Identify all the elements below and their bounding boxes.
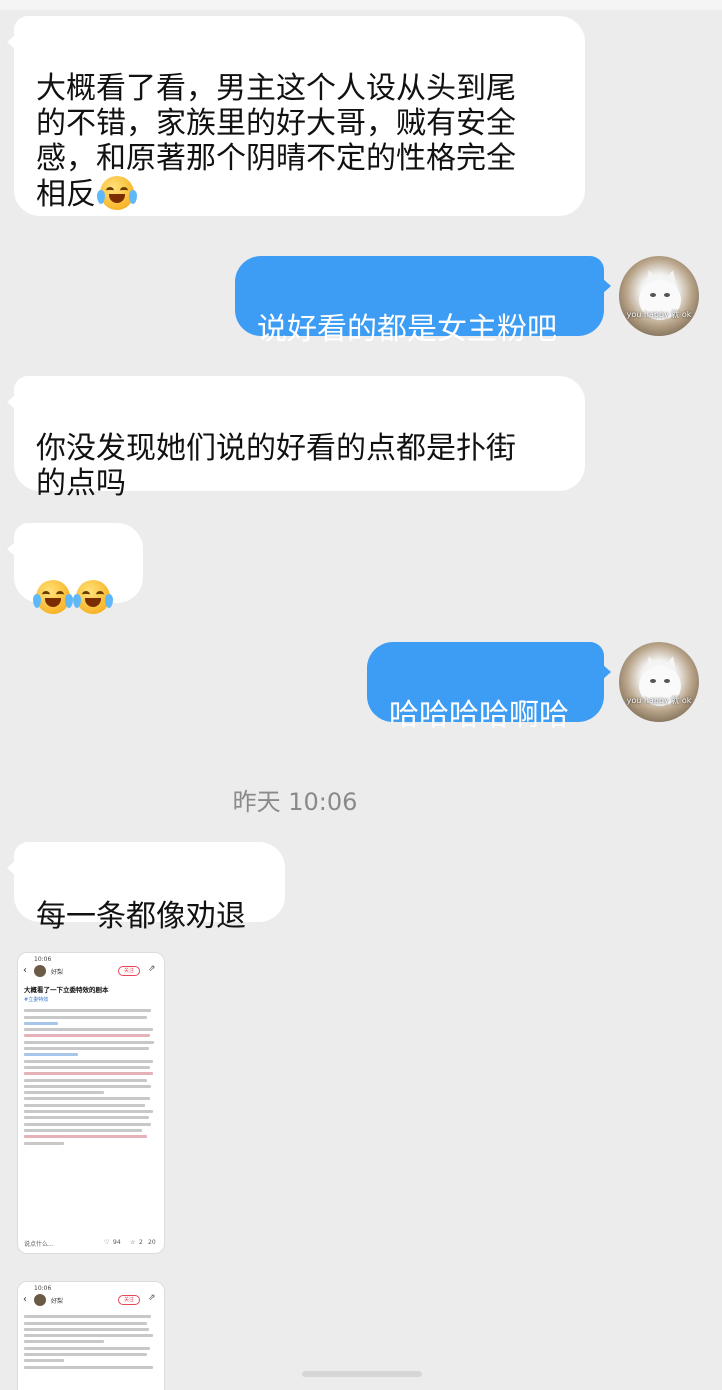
thumb-body-text xyxy=(18,1309,164,1369)
message-text: 每一条都像劝退 xyxy=(36,899,246,934)
avatar-caption: you happy 就 ok xyxy=(626,310,692,319)
outgoing-message-bubble[interactable]: 说好看的都是女主粉吧 xyxy=(235,256,611,347)
thumb-avatar xyxy=(34,965,46,977)
incoming-message-bubble[interactable]: 你没发现她们说的好看的点都是扑街 的点吗 xyxy=(7,376,585,501)
share-icon: ⇗ xyxy=(148,964,156,974)
image-message-thumbnail[interactable]: 10:06 ‹ 好梨 关注 ⇗ xyxy=(17,1281,165,1390)
incoming-message-bubble[interactable]: 大概看了看，男主这个人设从头到尾 的不错，家族里的好大哥，贼有安全 感，和原著那… xyxy=(7,16,585,216)
thumb-footer: 说点什么... ♡ 94 ☆ 2 20 xyxy=(18,1233,164,1253)
thumb-body-text xyxy=(18,1003,164,1145)
image-message-thumbnail[interactable]: 10:06 ‹ 好梨 关注 ⇗ 大概看了一下立委特效的剧本 #立委特效 说点什么… xyxy=(17,952,165,1254)
thumb-avatar xyxy=(34,1294,46,1306)
share-icon: ⇗ xyxy=(148,1293,156,1303)
thumb-status-time: 10:06 xyxy=(34,956,52,963)
incoming-emoji-bubble[interactable] xyxy=(7,523,143,614)
thumb-follow-button: 关注 xyxy=(118,966,141,976)
thumb-username: 好梨 xyxy=(51,969,64,976)
message-text: 你没发现她们说的好看的点都是扑街 的点吗 xyxy=(36,431,516,501)
message-text: 哈哈哈哈啊哈 xyxy=(389,698,569,733)
thumb-star-count: 2 xyxy=(139,1239,143,1246)
user-avatar[interactable]: you happy 就 ok xyxy=(619,642,699,722)
heart-icon: ♡ xyxy=(104,1239,110,1246)
thumb-tag: #立委特效 xyxy=(24,997,49,1003)
laughing-tears-emoji-icon xyxy=(97,176,137,210)
crying-emoji-icon xyxy=(33,580,73,614)
outgoing-message-bubble[interactable]: 哈哈哈哈啊哈 xyxy=(367,642,611,733)
star-icon: ☆ xyxy=(130,1239,136,1246)
avatar-caption: you happy 就 ok xyxy=(626,696,692,705)
crying-emoji-icon xyxy=(73,580,113,614)
thumb-title: 大概看了一下立委特效的剧本 xyxy=(24,986,109,994)
horizontal-scroll-indicator[interactable] xyxy=(302,1371,422,1377)
thumb-status-time: 10:06 xyxy=(34,1285,52,1292)
message-timestamp: 昨天 10:06 xyxy=(232,788,358,816)
thumb-like-count: 94 xyxy=(113,1239,121,1246)
thumb-comment-count: 20 xyxy=(148,1239,156,1246)
message-text: 说好看的都是女主粉吧 xyxy=(257,312,557,347)
user-avatar[interactable]: you happy 就 ok xyxy=(619,256,699,336)
back-icon: ‹ xyxy=(23,965,27,976)
thumb-comment-input: 说点什么... xyxy=(24,1241,54,1248)
top-separator xyxy=(0,0,722,10)
back-icon: ‹ xyxy=(23,1294,27,1305)
thumb-follow-button: 关注 xyxy=(118,1295,141,1305)
incoming-message-bubble[interactable]: 每一条都像劝退 xyxy=(7,842,285,934)
thumb-username: 好梨 xyxy=(51,1298,64,1305)
